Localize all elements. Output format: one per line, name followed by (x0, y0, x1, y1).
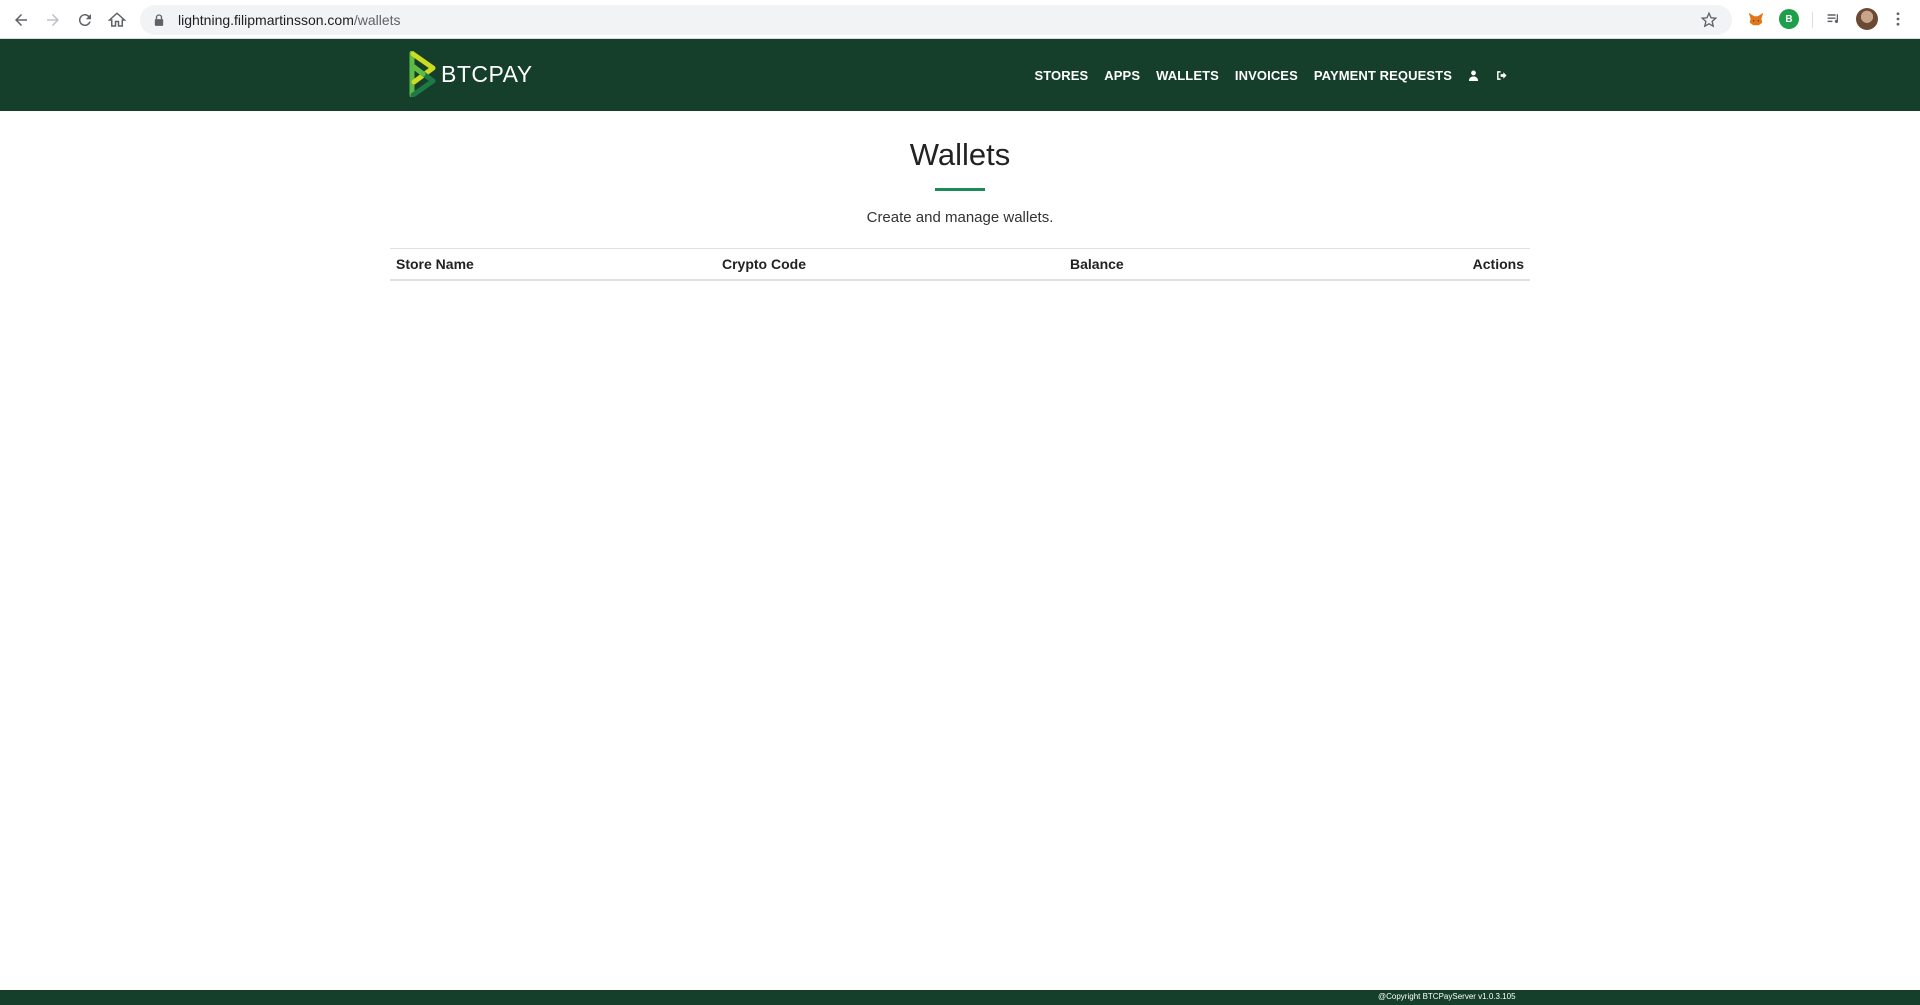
footer-copyright: @Copyright BTCPayServer v1.0.3.105 (1378, 992, 1516, 1001)
nav-invoices[interactable]: INVOICES (1235, 68, 1298, 83)
user-icon[interactable] (1468, 69, 1480, 81)
browser-menu-icon[interactable] (1888, 9, 1908, 29)
back-icon[interactable] (5, 4, 37, 36)
column-header-crypto-code: Crypto Code (722, 255, 806, 272)
profile-avatar[interactable] (1856, 8, 1878, 30)
browser-toolbar: lightning.filipmartinsson.com/wallets B (0, 0, 1920, 39)
btcpay-logo-icon (409, 51, 436, 97)
home-icon[interactable] (101, 4, 133, 36)
column-header-balance: Balance (1070, 255, 1124, 272)
url-host: lightning.filipmartinsson.com (178, 12, 354, 28)
media-control-icon[interactable] (1824, 9, 1844, 29)
brand-link[interactable]: BTCPAY (409, 50, 533, 98)
address-bar[interactable]: lightning.filipmartinsson.com/wallets (140, 5, 1732, 35)
btcpay-extension-icon[interactable]: B (1779, 9, 1799, 29)
column-header-actions: Actions (1472, 255, 1524, 272)
nav-stores[interactable]: STORES (1034, 68, 1088, 83)
table-header-row: Store Name Crypto Code Balance Actions (390, 248, 1530, 280)
column-header-store-name: Store Name (396, 255, 474, 272)
nav-payment-requests[interactable]: PAYMENT REQUESTS (1314, 68, 1452, 83)
page-subtitle: Create and manage wallets. (866, 209, 1054, 226)
url-path: /wallets (353, 12, 401, 28)
metamask-extension-icon[interactable] (1746, 9, 1766, 29)
lock-icon (154, 13, 166, 27)
brand-text: BTCPAY (441, 60, 533, 87)
logout-icon[interactable] (1496, 69, 1508, 81)
title-underline (935, 188, 985, 191)
toolbar-divider (1812, 12, 1813, 28)
site-header: BTCPAY STORES APPS WALLETS INVOICES PAYM… (0, 39, 1920, 111)
main-nav: STORES APPS WALLETS INVOICES PAYMENT REQ… (1018, 39, 1508, 111)
forward-icon[interactable] (37, 4, 69, 36)
nav-apps[interactable]: APPS (1104, 68, 1140, 83)
reload-icon[interactable] (69, 4, 101, 36)
bookmark-star-icon[interactable] (1700, 11, 1718, 29)
page-title: Wallets (909, 137, 1011, 172)
url-text: lightning.filipmartinsson.com/wallets (178, 12, 401, 28)
wallets-table: Store Name Crypto Code Balance Actions (390, 248, 1530, 281)
nav-wallets[interactable]: WALLETS (1156, 68, 1219, 83)
site-footer: @Copyright BTCPayServer v1.0.3.105 (0, 990, 1920, 1005)
